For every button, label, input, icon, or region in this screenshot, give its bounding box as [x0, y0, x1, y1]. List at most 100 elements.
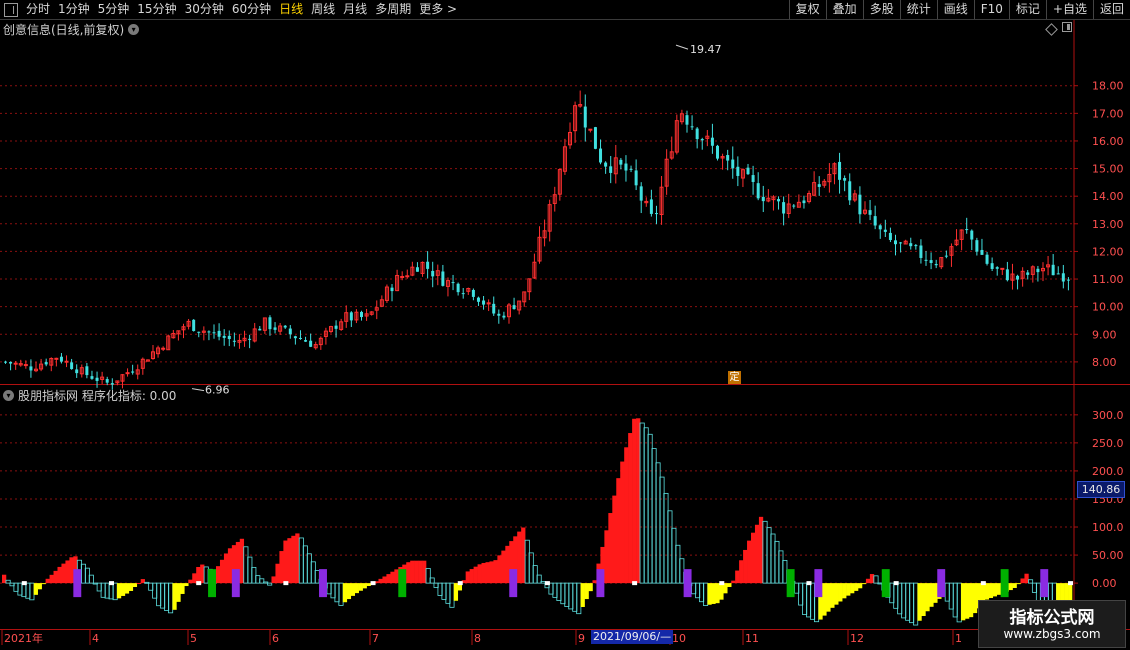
candle-body — [909, 243, 913, 247]
candle-body — [1000, 267, 1005, 270]
histogram-bar — [481, 562, 486, 584]
histogram-bar — [386, 574, 391, 584]
candle-body — [649, 199, 653, 214]
candle-body — [792, 205, 796, 207]
candle-body — [1066, 279, 1070, 281]
histogram-bar — [933, 583, 938, 603]
histogram-bar — [739, 560, 744, 584]
transition-bar — [319, 569, 327, 598]
histogram-bar — [754, 524, 760, 584]
histogram-bar — [624, 447, 629, 584]
histogram-bar — [929, 583, 934, 607]
candle-body — [1051, 264, 1055, 276]
price-tick-label: 16.00 — [1092, 135, 1124, 148]
histogram-bar — [180, 583, 185, 594]
candle-body — [858, 194, 862, 215]
zero-marker — [109, 581, 114, 586]
candle-body — [502, 315, 506, 318]
histogram-bar — [965, 583, 970, 619]
candle-body — [731, 159, 735, 169]
zero-marker — [370, 581, 376, 586]
candle-body — [192, 319, 196, 331]
histogram-bar — [711, 583, 716, 604]
histogram-bar — [188, 579, 193, 584]
window-layout-icon[interactable] — [1062, 22, 1072, 32]
histogram-bar — [219, 559, 225, 584]
date-tick-label: 8 — [474, 632, 481, 645]
candle-body — [878, 225, 882, 230]
low-price-label: 6.96 — [205, 384, 230, 397]
candle-body — [619, 159, 623, 165]
date-tick-label: 12 — [850, 632, 864, 645]
histogram-bar — [267, 582, 273, 586]
histogram-bar — [988, 583, 994, 598]
histogram-bar — [414, 560, 419, 584]
histogram-bar — [33, 583, 38, 595]
histogram-bar — [917, 583, 922, 621]
histogram-bar — [517, 531, 522, 584]
indicator-tick-label: 300.0 — [1092, 409, 1124, 422]
histogram-bar — [968, 583, 974, 618]
histogram-bar — [861, 583, 867, 585]
indicator-tick-label: 50.00 — [1092, 549, 1124, 562]
histogram-bar — [65, 560, 70, 584]
histogram-bar — [378, 578, 383, 584]
histogram-bar — [394, 569, 399, 584]
candle-body — [654, 213, 658, 215]
candle-body — [54, 357, 59, 360]
candle-body — [197, 331, 201, 333]
histogram-bar — [715, 583, 720, 604]
histogram-bar — [846, 583, 851, 596]
price-tick-label: 17.00 — [1092, 107, 1124, 120]
transition-bar — [596, 569, 605, 598]
histogram-bar — [612, 495, 617, 584]
price-tick-label: 8.00 — [1092, 356, 1117, 369]
histogram-bar — [279, 551, 284, 584]
candle-body — [924, 259, 928, 261]
histogram-bar — [287, 538, 292, 584]
transition-bar — [231, 569, 240, 598]
histogram-bar — [1008, 583, 1013, 591]
watermark-logo: 指标公式网 www.zbgs3.com — [978, 600, 1126, 648]
histogram-bar — [53, 570, 58, 584]
indicator-tick-label: 100.0 — [1092, 521, 1124, 534]
candle-body — [873, 216, 877, 226]
histogram-bar — [410, 560, 415, 584]
candle-body — [207, 331, 211, 333]
candle-body — [85, 366, 89, 376]
transition-bar — [398, 569, 407, 598]
histogram-bar — [1012, 583, 1017, 588]
candle-body — [9, 361, 13, 364]
candle-body — [232, 340, 236, 342]
candle-body — [593, 127, 597, 149]
histogram-bar — [227, 548, 233, 584]
histogram-bar — [342, 583, 348, 603]
chevron-down-icon[interactable]: ▾ — [128, 24, 140, 35]
price-tick-label: 12.00 — [1092, 245, 1124, 258]
candle-body — [888, 232, 892, 240]
candle-body — [131, 371, 135, 373]
candle-body — [1056, 273, 1060, 275]
event-marker[interactable]: 定 — [728, 371, 741, 384]
candle-body — [624, 163, 628, 171]
diamond-icon[interactable] — [1045, 23, 1058, 36]
histogram-bar — [57, 566, 62, 584]
candle-body — [710, 137, 714, 146]
histogram-bar — [493, 560, 498, 584]
histogram-bar — [719, 583, 724, 600]
zero-marker — [632, 581, 638, 586]
histogram-bar — [751, 532, 756, 584]
candle-body — [838, 161, 842, 180]
histogram-bar — [485, 562, 490, 584]
stock-chart[interactable]: 18.0017.0016.0015.0014.0013.0012.0011.00… — [0, 0, 1130, 650]
histogram-bar — [120, 583, 126, 596]
candle-body — [639, 186, 643, 201]
transition-bar — [509, 569, 518, 598]
candle-body — [894, 240, 897, 245]
zero-marker — [806, 581, 812, 586]
chevron-down-icon[interactable]: ▾ — [3, 390, 14, 401]
candle-body — [441, 271, 445, 286]
indicator-tick-label: 200.0 — [1092, 465, 1124, 478]
candle-body — [471, 289, 475, 297]
histogram-bar — [838, 583, 843, 602]
